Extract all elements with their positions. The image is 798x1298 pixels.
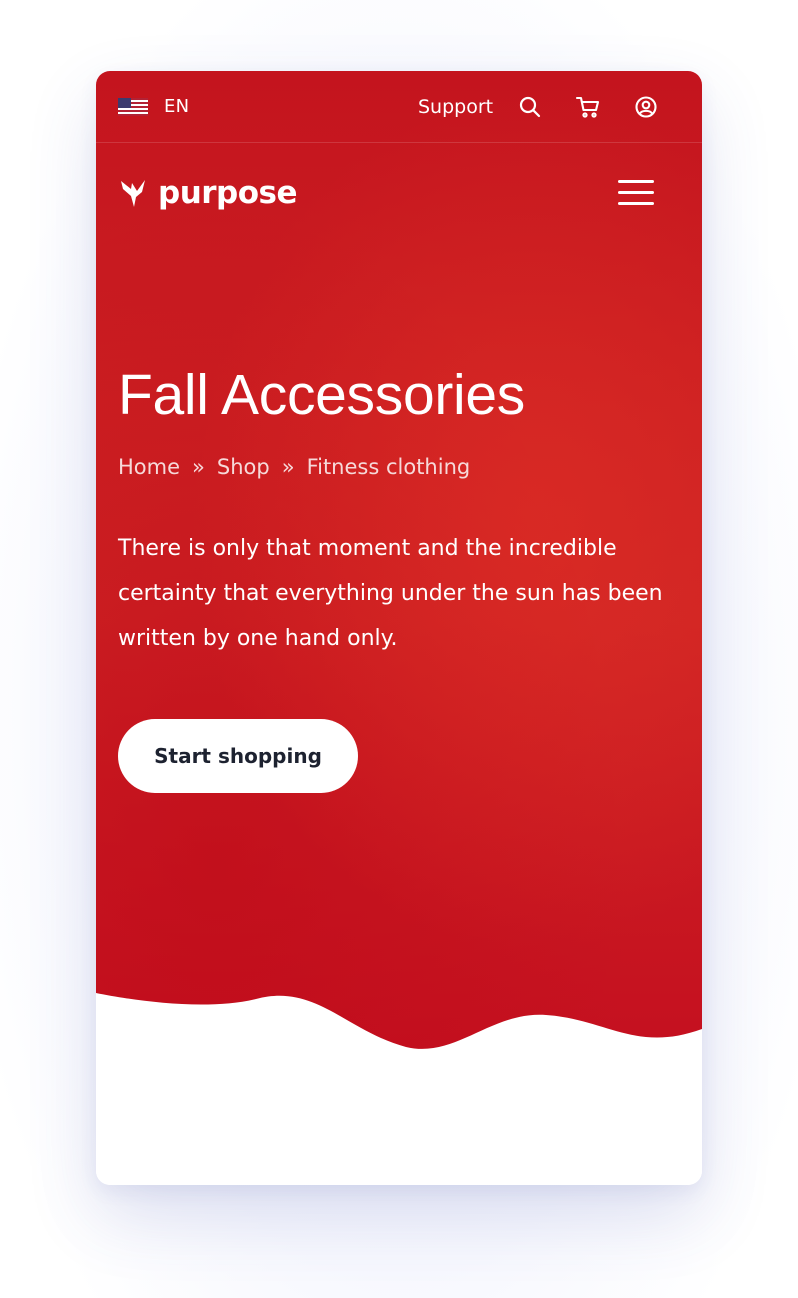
mobile-screen: EN Support purpose Fall Accessories Home…	[96, 71, 702, 1185]
breadcrumb-separator: »	[192, 455, 205, 479]
brand-name: purpose	[158, 175, 298, 211]
search-icon[interactable]	[517, 94, 543, 120]
user-circle-icon[interactable]	[633, 94, 659, 120]
start-shopping-button[interactable]: Start shopping	[118, 719, 358, 793]
bird-logo-icon	[121, 180, 145, 207]
breadcrumb-item-fitness-clothing[interactable]: Fitness clothing	[307, 451, 471, 483]
page-title: Fall Accessories	[118, 363, 526, 427]
support-link[interactable]: Support	[418, 95, 493, 119]
top-bar: EN Support	[96, 71, 702, 143]
wave-divider	[96, 993, 702, 1185]
cart-icon[interactable]	[575, 94, 601, 120]
hero-lead-text: There is only that moment and the incred…	[118, 536, 663, 651]
breadcrumb-separator: »	[281, 455, 295, 479]
page-background: EN Support purpose Fall Accessories Home…	[0, 0, 798, 1298]
language-selector[interactable]: EN	[164, 95, 189, 119]
breadcrumb-item-shop[interactable]: Shop	[217, 451, 270, 483]
us-flag-icon[interactable]	[118, 98, 148, 116]
hamburger-menu-icon[interactable]	[616, 175, 656, 211]
breadcrumb-item-home[interactable]: Home	[118, 451, 180, 483]
brand-logo[interactable]: purpose	[120, 173, 298, 213]
breadcrumb: Home » Shop » Fitness clothing	[118, 451, 470, 483]
